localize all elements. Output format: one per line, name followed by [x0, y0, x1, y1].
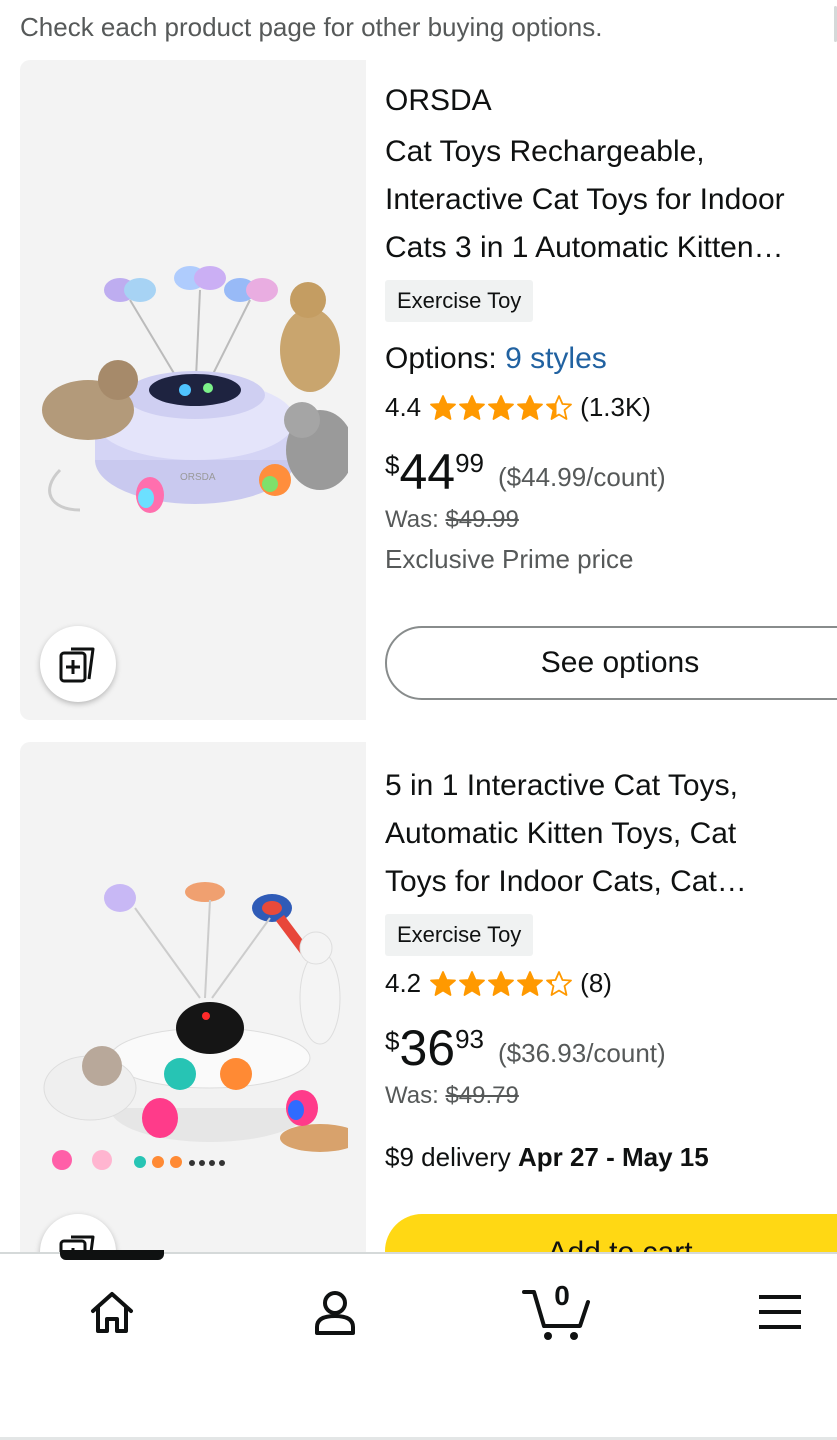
review-count[interactable]: (8)	[580, 968, 612, 999]
product-title-line[interactable]: Cat Toys Rechargeable,	[385, 128, 837, 176]
nav-cart[interactable]: 0	[522, 1280, 594, 1342]
star-icon	[546, 970, 573, 996]
star-rating	[429, 394, 574, 422]
was-price: $49.99	[445, 506, 519, 533]
rating-value: 4.2	[385, 968, 422, 998]
star-icon	[517, 970, 544, 996]
delivery-dates: Apr 27 - May 15	[517, 1142, 709, 1172]
product-image-pane[interactable]: ORSDA	[20, 60, 366, 720]
star-icon	[488, 970, 515, 996]
options-label: Options:	[385, 342, 497, 375]
star-icon	[430, 394, 457, 420]
home-icon	[91, 1292, 133, 1333]
product-card[interactable]: 5 in 1 Interactive Cat Toys, Automatic K…	[20, 742, 837, 1262]
menu-icon	[759, 1295, 801, 1329]
delivery-fee: $9 delivery	[385, 1142, 511, 1172]
rating-value: 4.4	[385, 392, 422, 422]
star-icon	[459, 394, 486, 420]
product-title-line[interactable]: Interactive Cat Toys for Indoor	[385, 176, 837, 224]
buying-options-notice: Check each product page for other buying…	[20, 12, 603, 42]
nav-home[interactable]	[82, 1282, 142, 1342]
compare-icon	[59, 647, 95, 683]
was-price-row: Was: $49.79	[385, 1082, 519, 1110]
price-symbol: $	[385, 450, 400, 480]
active-tab-indicator	[60, 1250, 164, 1260]
star-icon	[546, 394, 573, 420]
price-whole: 44	[399, 444, 456, 500]
product-brand: ORSDA	[385, 84, 492, 117]
review-count[interactable]: (1.3K)	[580, 392, 651, 423]
nav-menu[interactable]	[750, 1282, 810, 1342]
nav-account[interactable]	[305, 1282, 365, 1342]
product-title[interactable]: 5 in 1 Interactive Cat Toys, Automatic K…	[385, 762, 837, 906]
compare-button[interactable]	[40, 626, 116, 702]
was-price-row: Was: $49.99	[385, 506, 519, 534]
star-icon	[488, 394, 515, 420]
see-options-button[interactable]: See options	[385, 626, 837, 700]
product-image-pane[interactable]	[20, 742, 366, 1262]
price-symbol: $	[385, 1026, 400, 1056]
category-badge: Exercise Toy	[385, 280, 534, 322]
unit-price: ($44.99/count)	[498, 462, 666, 492]
price-fraction: 93	[455, 1024, 485, 1054]
price: $ 36 93 ($36.93/count)	[385, 1020, 666, 1076]
cart-count: 0	[554, 1280, 570, 1311]
options-link[interactable]: 9 styles	[505, 342, 607, 375]
delivery-info: $9 delivery Apr 27 - May 15	[385, 1142, 709, 1173]
star-icon	[459, 970, 486, 996]
was-label: Was:	[385, 506, 439, 533]
product-image[interactable]	[40, 878, 348, 1178]
product-title-line[interactable]: Automatic Kitten Toys, Cat	[385, 810, 837, 858]
rating-row[interactable]: 4.2 (8)	[385, 968, 612, 999]
bottom-nav-bar: 0	[0, 1250, 837, 1440]
product-title-line[interactable]: Toys for Indoor Cats, Cat…	[385, 858, 825, 906]
product-image[interactable]: ORSDA	[40, 260, 348, 580]
options-row: Options: 9 styles	[385, 342, 607, 376]
prime-price-note: Exclusive Prime price	[385, 544, 634, 574]
unit-price: ($36.93/count)	[498, 1038, 666, 1068]
price-fraction: 99	[455, 448, 485, 478]
image-brand-label: ORSDA	[180, 472, 216, 483]
was-price: $49.79	[445, 1082, 519, 1109]
price: $ 44 99 ($44.99/count)	[385, 444, 666, 500]
product-title[interactable]: Cat Toys Rechargeable, Interactive Cat T…	[385, 128, 837, 272]
product-title-line[interactable]: 5 in 1 Interactive Cat Toys,	[385, 762, 837, 810]
category-badge: Exercise Toy	[385, 914, 534, 956]
rating-row[interactable]: 4.4 (1.3K)	[385, 392, 651, 423]
star-icon	[517, 394, 544, 420]
star-rating	[429, 970, 574, 998]
price-whole: 36	[399, 1020, 456, 1076]
star-icon	[430, 970, 457, 996]
was-label: Was:	[385, 1082, 439, 1109]
account-icon	[315, 1291, 355, 1335]
product-card[interactable]: ORSDA ORSDA Cat Toys Rechargeable, Inter…	[20, 60, 837, 720]
product-title-line[interactable]: Cats 3 in 1 Automatic Kitten…	[385, 224, 825, 272]
